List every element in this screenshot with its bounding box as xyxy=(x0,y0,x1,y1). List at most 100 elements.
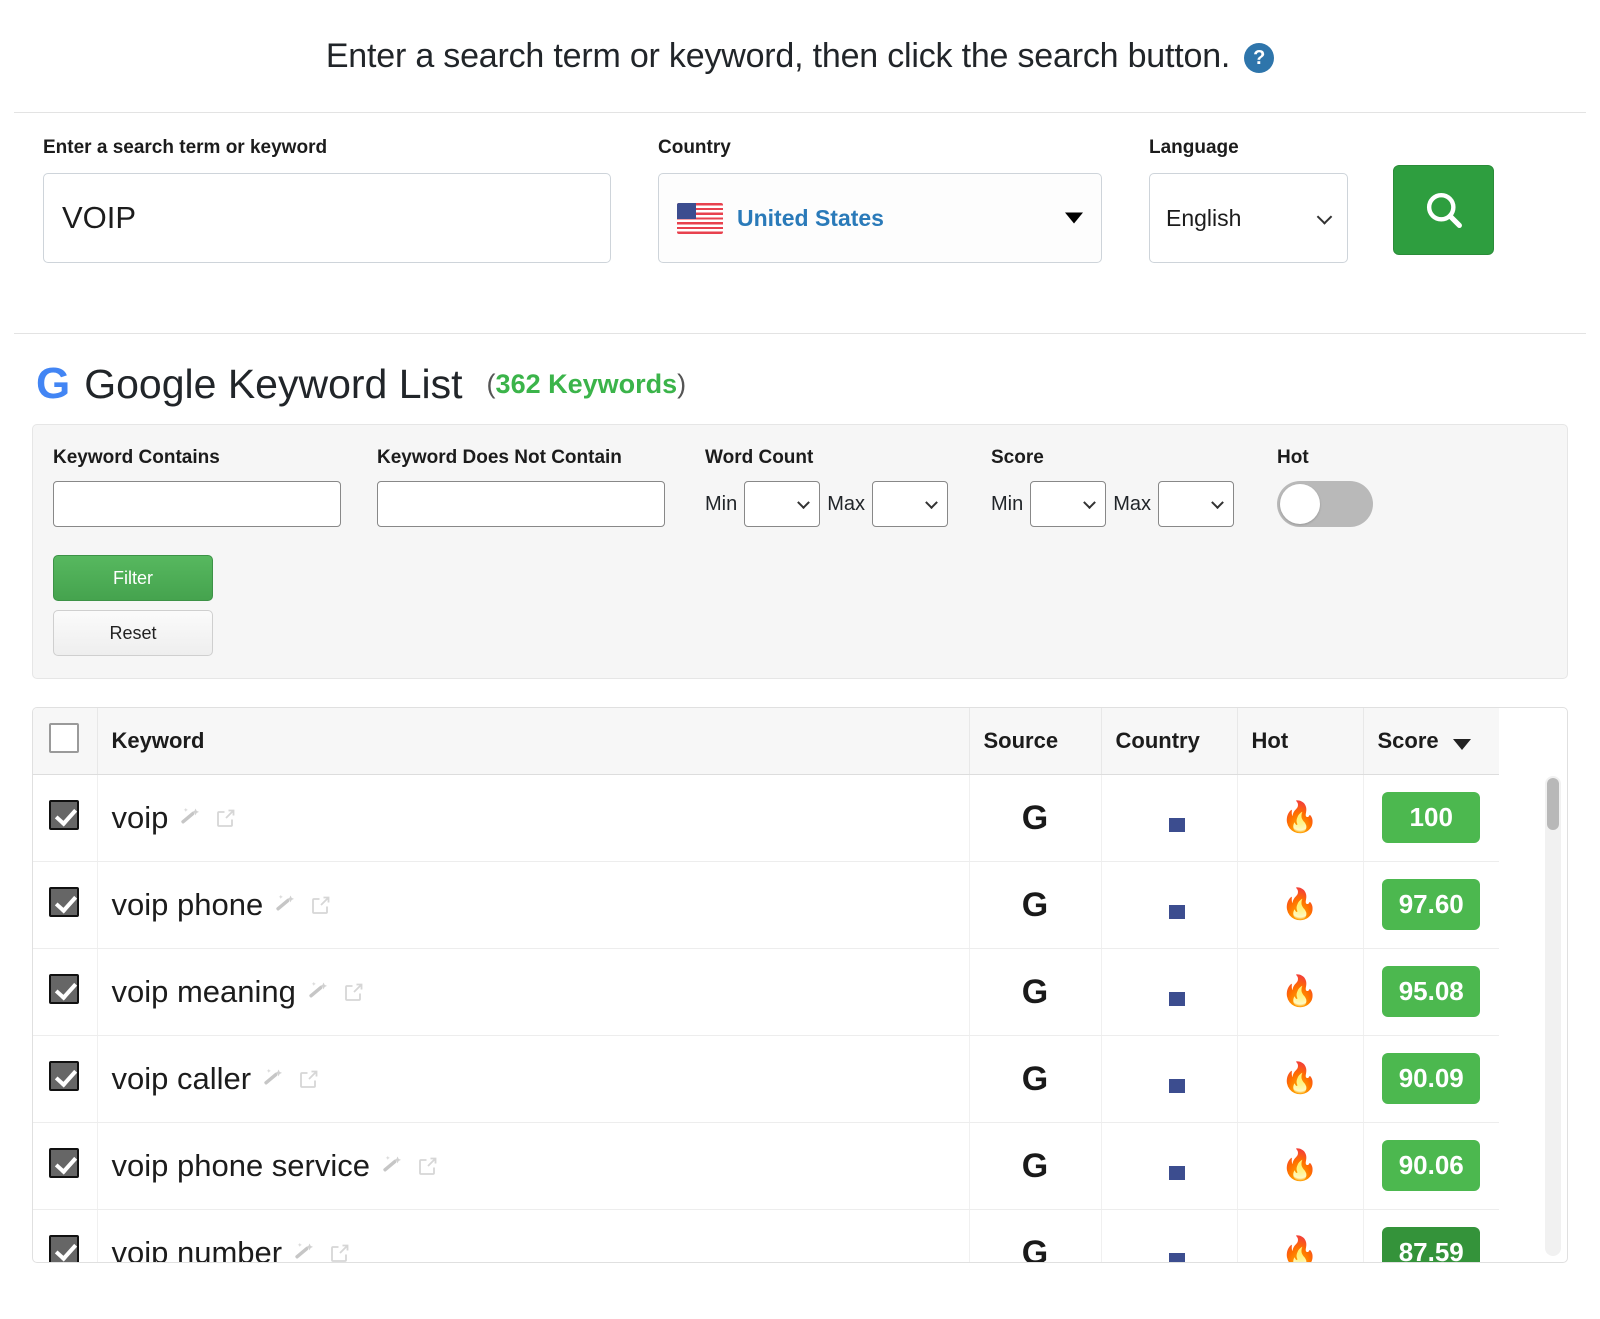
row-select-cell xyxy=(33,1209,97,1263)
row-score-cell: 95.08 xyxy=(1363,948,1499,1035)
column-header-keyword[interactable]: Keyword xyxy=(97,708,969,774)
external-link-icon[interactable] xyxy=(328,1241,352,1263)
flame-icon: 🔥 xyxy=(1281,975,1318,1008)
row-hot-cell: 🔥 xyxy=(1237,1209,1363,1263)
row-keyword-text: voip caller xyxy=(112,1063,252,1094)
external-link-icon[interactable] xyxy=(214,806,238,830)
magic-wand-icon[interactable] xyxy=(178,805,204,831)
keyword-table-body: voipG🔥100voip phoneG🔥97.60voip meaningG🔥… xyxy=(33,774,1499,1263)
country-select[interactable]: United States xyxy=(658,173,1102,263)
search-button-group xyxy=(1393,165,1494,255)
search-form: Enter a search term or keyword Country U… xyxy=(0,113,1600,333)
column-header-country[interactable]: Country xyxy=(1101,708,1237,774)
score-minmax: Min Max xyxy=(991,481,1234,527)
row-country-cell xyxy=(1101,1209,1237,1263)
column-header-score[interactable]: Score xyxy=(1363,708,1499,774)
filter-button[interactable]: Filter xyxy=(53,555,213,601)
magic-wand-icon[interactable] xyxy=(306,979,332,1005)
row-country-cell xyxy=(1101,861,1237,948)
row-keyword-text: voip xyxy=(112,802,169,833)
row-keyword-text: voip phone xyxy=(112,889,264,920)
row-checkbox[interactable] xyxy=(49,1235,79,1263)
country-group: Country United States xyxy=(658,137,1102,263)
row-checkbox[interactable] xyxy=(49,887,79,917)
score-badge[interactable]: 87.59 xyxy=(1382,1227,1480,1263)
score-max-select[interactable] xyxy=(1158,481,1234,527)
country-selected-value: United States xyxy=(737,205,884,232)
row-source-cell: G xyxy=(969,1209,1101,1263)
language-group: Language English xyxy=(1149,137,1348,263)
search-icon xyxy=(1422,188,1466,232)
row-country-cell xyxy=(1101,1122,1237,1209)
table-scrollbar[interactable] xyxy=(1545,776,1561,1256)
search-button[interactable] xyxy=(1393,165,1494,255)
external-link-icon[interactable] xyxy=(416,1154,440,1178)
flame-icon: 🔥 xyxy=(1281,1149,1318,1182)
word-count-min-wrap xyxy=(744,481,820,527)
word-count-min-select[interactable] xyxy=(744,481,820,527)
row-source-cell: G xyxy=(969,1122,1101,1209)
help-icon[interactable]: ? xyxy=(1244,43,1274,73)
filter-actions: Filter Reset xyxy=(53,555,213,656)
magic-wand-icon[interactable] xyxy=(292,1240,318,1263)
google-source-icon: G xyxy=(1022,973,1048,1011)
score-badge[interactable]: 95.08 xyxy=(1382,966,1480,1017)
row-score-cell: 90.06 xyxy=(1363,1122,1499,1209)
reset-button[interactable]: Reset xyxy=(53,610,213,656)
column-header-hot[interactable]: Hot xyxy=(1237,708,1363,774)
select-all-checkbox[interactable] xyxy=(49,723,79,753)
magic-wand-icon[interactable] xyxy=(380,1153,406,1179)
hot-toggle[interactable] xyxy=(1277,481,1373,527)
row-checkbox[interactable] xyxy=(49,974,79,1004)
magic-wand-icon[interactable] xyxy=(273,892,299,918)
page-title: Enter a search term or keyword, then cli… xyxy=(326,37,1230,76)
word-count-max-select[interactable] xyxy=(872,481,948,527)
row-select-cell xyxy=(33,948,97,1035)
table-row[interactable]: voip phoneG🔥97.60 xyxy=(33,861,1499,948)
count-word: Keywords xyxy=(548,369,677,399)
row-keyword-cell: voip meaning xyxy=(97,948,969,1035)
table-row[interactable]: voip caller G 🔥 90.09 xyxy=(33,1035,1499,1122)
row-source-cell: G xyxy=(969,1035,1101,1122)
table-header-row: Keyword Source Country Hot Score xyxy=(33,708,1499,774)
row-checkbox[interactable] xyxy=(49,800,79,830)
row-keyword-text: voip phone service xyxy=(112,1150,371,1181)
keyword-list-title: Google Keyword List xyxy=(84,364,462,405)
column-header-source[interactable]: Source xyxy=(969,708,1101,774)
filter-contains-group: Keyword Contains xyxy=(53,447,341,527)
flame-icon: 🔥 xyxy=(1281,801,1318,834)
table-row[interactable]: voip phone service G 🔥 90.06 xyxy=(33,1122,1499,1209)
filter-contains-input[interactable] xyxy=(53,481,341,527)
external-link-icon[interactable] xyxy=(342,980,366,1004)
search-input[interactable] xyxy=(43,173,611,263)
table-row[interactable]: voip numberG🔥87.59 xyxy=(33,1209,1499,1263)
keyword-count: (362 Keywords) xyxy=(487,369,687,400)
score-min-wrap xyxy=(1030,481,1106,527)
row-hot-cell: 🔥 xyxy=(1237,1035,1363,1122)
external-link-icon[interactable] xyxy=(309,893,333,917)
table-row[interactable]: voipG🔥100 xyxy=(33,774,1499,861)
magic-wand-icon[interactable] xyxy=(261,1066,287,1092)
score-badge[interactable]: 100 xyxy=(1382,792,1480,843)
row-checkbox[interactable] xyxy=(49,1061,79,1091)
filter-not-contains-input[interactable] xyxy=(377,481,665,527)
table-row[interactable]: voip meaning G 🔥 95.08 xyxy=(33,948,1499,1035)
count-open-paren: ( xyxy=(487,369,496,399)
hot-toggle-knob xyxy=(1280,484,1320,524)
word-count-minmax: Min Max xyxy=(705,481,948,527)
score-min-select[interactable] xyxy=(1030,481,1106,527)
sort-desc-icon xyxy=(1453,739,1471,750)
row-checkbox[interactable] xyxy=(49,1148,79,1178)
external-link-icon[interactable] xyxy=(297,1067,321,1091)
google-source-icon: G xyxy=(1022,886,1048,924)
score-badge[interactable]: 97.60 xyxy=(1382,879,1480,930)
language-select[interactable]: English xyxy=(1149,173,1348,263)
row-source-cell: G xyxy=(969,861,1101,948)
keyword-table-head: Keyword Source Country Hot Score xyxy=(33,708,1499,774)
score-badge[interactable]: 90.06 xyxy=(1382,1140,1480,1191)
row-select-cell xyxy=(33,774,97,861)
table-scrollbar-thumb[interactable] xyxy=(1547,778,1559,830)
filter-word-count-label: Word Count xyxy=(705,447,948,469)
score-badge[interactable]: 90.09 xyxy=(1382,1053,1480,1104)
google-source-icon: G xyxy=(1022,1234,1048,1263)
